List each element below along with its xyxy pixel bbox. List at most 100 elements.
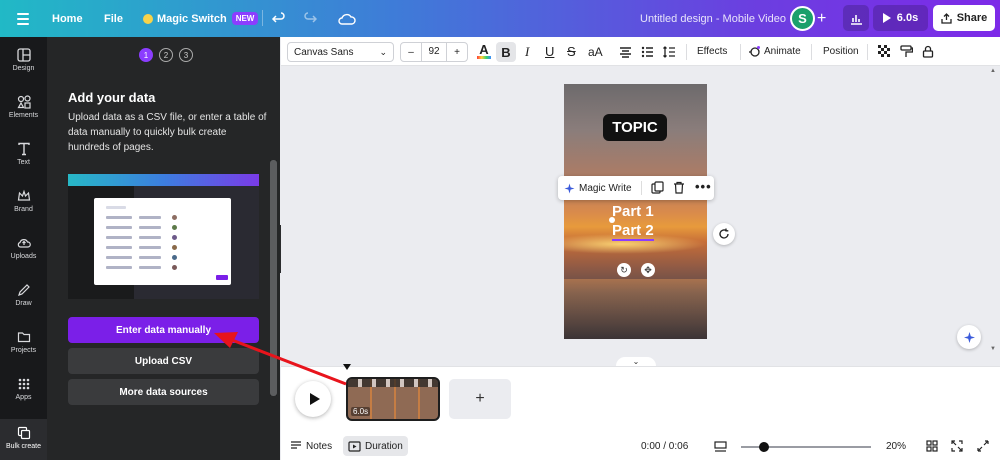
paint-roller-icon[interactable] <box>900 37 913 66</box>
rail-item-design[interactable]: Design <box>0 41 47 87</box>
magic-write-button[interactable]: Magic Write <box>564 176 632 200</box>
avatar[interactable]: S <box>790 6 815 31</box>
share-label: Share <box>956 12 988 24</box>
home-button[interactable]: Home <box>52 0 83 37</box>
step-3[interactable]: 3 <box>179 48 193 62</box>
playback-time: 0:00 / 0:06 <box>641 440 689 452</box>
refresh-icon[interactable] <box>713 223 735 245</box>
panel-description: Upload data as a CSV file, or enter a ta… <box>68 112 267 153</box>
rail-item-elements[interactable]: Elements <box>0 88 47 134</box>
notes-button[interactable]: Notes <box>290 432 332 460</box>
effects-button[interactable]: Effects <box>697 37 727 66</box>
fullscreen-icon[interactable] <box>951 432 963 460</box>
sea-reflection <box>564 279 707 339</box>
add-collaborator-icon[interactable]: + <box>817 0 826 37</box>
duplicate-icon[interactable] <box>651 181 664 197</box>
font-family-select[interactable]: Canvas Sans ⌄ <box>287 42 394 62</box>
rotate-icon[interactable]: ↻ <box>617 263 631 277</box>
italic-button[interactable]: I <box>525 37 529 66</box>
divider <box>262 10 263 26</box>
rail-item-text[interactable]: Text <box>0 135 47 181</box>
move-icon[interactable]: ✥ <box>641 263 655 277</box>
menu-icon[interactable] <box>14 0 32 37</box>
magic-switch-icon <box>143 13 153 24</box>
magic-assistant-icon[interactable] <box>957 325 981 349</box>
rail-label: Brand <box>14 206 33 213</box>
share-button[interactable]: Share <box>933 5 995 31</box>
part-1-text[interactable]: Part 1 <box>612 203 654 220</box>
letter-case-button[interactable]: aA <box>588 37 603 66</box>
file-menu[interactable]: File <box>104 0 123 37</box>
font-size-input[interactable]: 92 <box>421 43 447 61</box>
undo-icon[interactable] <box>271 0 285 37</box>
add-page-button[interactable]: + <box>449 379 511 419</box>
shapes-icon <box>16 95 31 109</box>
grid-view-icon[interactable] <box>926 432 938 460</box>
panel-scrollbar-thumb[interactable] <box>270 160 277 396</box>
increase-size-button[interactable]: + <box>447 47 467 58</box>
play-icon <box>882 13 891 23</box>
animate-icon <box>749 45 760 57</box>
decrease-size-button[interactable]: – <box>401 47 421 58</box>
timeline-clip[interactable]: 6.0s <box>346 377 440 421</box>
enter-data-manually-button[interactable]: Enter data manually <box>68 317 259 343</box>
cloud-saved-icon[interactable] <box>338 0 356 37</box>
help-icon[interactable] <box>977 432 989 460</box>
align-center-icon[interactable] <box>619 37 632 66</box>
play-button[interactable] <box>295 381 331 417</box>
grid-dots-icon <box>18 378 29 390</box>
font-size-stepper[interactable]: – 92 + <box>400 42 468 62</box>
animate-label: Animate <box>764 46 801 57</box>
canvas-area[interactable]: TOPIC Part 1 Part 2 ↻ ✥ ▲ ▼ ⌄ <box>281 66 1000 366</box>
list-icon[interactable] <box>641 37 654 66</box>
folder-icon <box>17 332 30 343</box>
duration-button[interactable]: Duration <box>343 436 408 456</box>
page-view-icon[interactable] <box>714 432 727 460</box>
more-data-sources-button[interactable]: More data sources <box>68 379 259 405</box>
upload-csv-button[interactable]: Upload CSV <box>68 348 259 374</box>
clip-duration: 6.0s <box>351 407 371 416</box>
spacing-icon[interactable] <box>663 37 676 66</box>
part-2-text[interactable]: Part 2 <box>612 222 654 241</box>
analytics-icon[interactable] <box>843 5 869 31</box>
strikethrough-button[interactable]: S <box>567 37 576 66</box>
toolbar-divider <box>811 44 812 60</box>
position-button[interactable]: Position <box>823 37 859 66</box>
topic-text[interactable]: TOPIC <box>603 114 667 141</box>
rail-item-draw[interactable]: Draw <box>0 276 47 322</box>
rail-item-apps[interactable]: Apps <box>0 370 47 416</box>
expand-timeline-chevron-icon[interactable]: ⌄ <box>616 357 656 366</box>
step-1[interactable]: 1 <box>139 48 153 62</box>
magic-switch-button[interactable]: Magic Switch NEW <box>143 0 259 37</box>
lock-icon[interactable] <box>922 37 934 66</box>
rail-item-uploads[interactable]: Uploads <box>0 229 47 275</box>
zoom-slider-handle[interactable] <box>759 442 769 452</box>
animate-button[interactable]: Animate <box>748 37 801 66</box>
underline-button[interactable]: U <box>545 37 554 66</box>
rail-item-bulk-create[interactable]: Bulk create <box>0 419 47 460</box>
design-page[interactable]: TOPIC Part 1 Part 2 ↻ ✥ <box>564 84 707 339</box>
rail-item-projects[interactable]: Projects <box>0 323 47 369</box>
rail-label: Bulk create <box>5 443 42 450</box>
resize-handle[interactable] <box>609 217 615 223</box>
bold-button[interactable]: B <box>496 42 516 62</box>
panel-scrollbar-track[interactable] <box>270 160 277 396</box>
chevron-down-icon: ⌄ <box>379 46 387 57</box>
redo-icon[interactable] <box>303 0 317 37</box>
trash-icon[interactable] <box>673 181 685 197</box>
bulk-create-panel: 1 2 3 Add your data Upload data as a CSV… <box>47 37 280 460</box>
rail-item-brand[interactable]: Brand <box>0 182 47 228</box>
pen-icon <box>17 284 30 296</box>
present-play-button[interactable]: 6.0s <box>873 5 928 31</box>
rail-label: Uploads <box>10 253 37 260</box>
step-2[interactable]: 2 <box>159 48 173 62</box>
canvas-scrollbar[interactable]: ▲ ▼ <box>987 66 1000 356</box>
clip-film-strip <box>348 379 438 387</box>
document-title[interactable]: Untitled design - Mobile Video <box>640 0 786 37</box>
playhead-marker[interactable] <box>343 364 351 370</box>
text-color-button[interactable]: A <box>477 37 491 66</box>
duration-label: Duration <box>365 440 403 452</box>
transparency-icon[interactable] <box>878 37 891 66</box>
more-options-icon[interactable]: ••• <box>695 179 712 194</box>
zoom-level[interactable]: 20% <box>886 432 906 460</box>
